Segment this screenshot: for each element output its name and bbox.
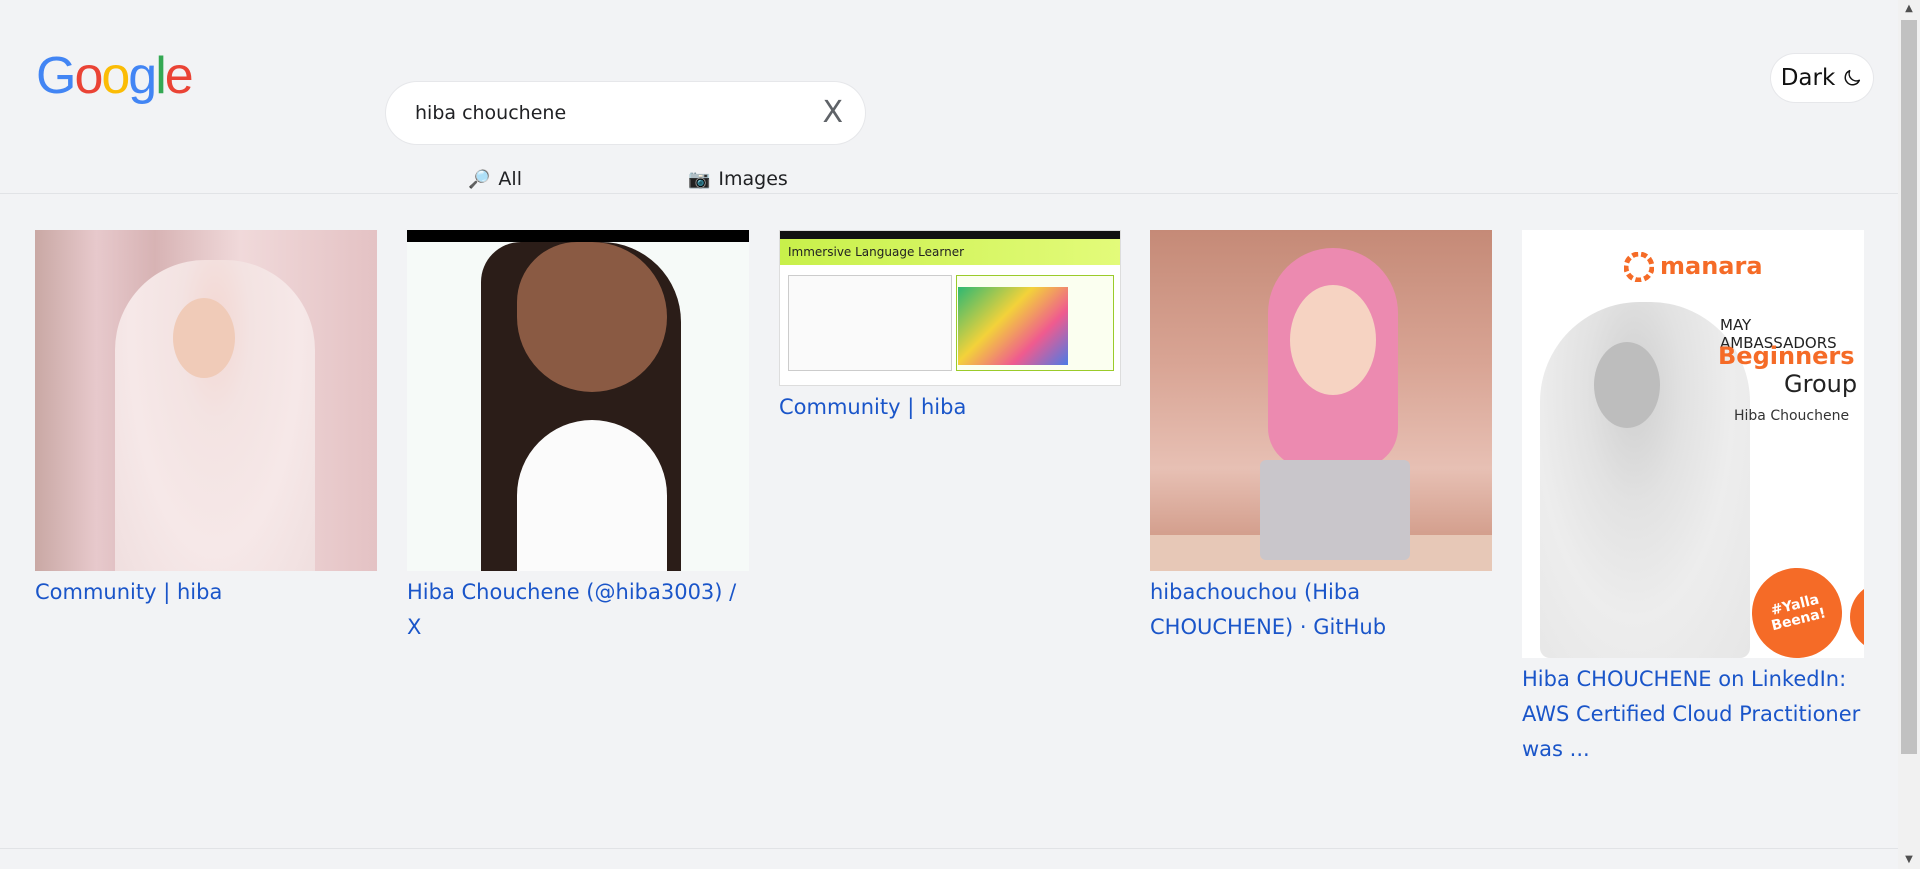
result-card: manara MAY AMBASSADORS Beginners Group H… — [1522, 230, 1864, 767]
result-card: hibachouchou (Hiba CHOUCHENE) · GitHub — [1150, 230, 1492, 645]
moon-icon — [1844, 69, 1861, 86]
result-title-link[interactable]: Community | hiba — [779, 390, 1121, 425]
manara-logo-icon — [1624, 252, 1654, 282]
scroll-up-icon[interactable]: ▲ — [1898, 0, 1920, 18]
badge: #Yalla Beena! — [1742, 558, 1852, 658]
result-image[interactable] — [407, 230, 749, 571]
result-card: Hiba Chouchene (@hiba3003) / X — [407, 230, 749, 645]
search-tabs: 🔎 All 📷 Images — [0, 164, 1898, 194]
camera-icon: 📷 — [688, 168, 711, 190]
person-figure — [115, 260, 315, 571]
screenshot-illustration — [958, 287, 1068, 365]
clear-search-button[interactable]: X — [822, 98, 843, 128]
screenshot-header: Immersive Language Learner — [780, 239, 1120, 265]
tab-images[interactable]: 📷 Images — [688, 168, 788, 190]
face — [517, 242, 667, 392]
result-title-link[interactable]: hibachouchou (Hiba CHOUCHENE) · GitHub — [1150, 575, 1492, 645]
face — [173, 298, 235, 378]
logo-letter: G — [36, 47, 76, 105]
logo-letter: l — [155, 47, 166, 105]
image-line: Hiba Chouchene — [1734, 408, 1850, 424]
screenshot-nav — [780, 231, 1120, 239]
laptop — [1260, 460, 1410, 560]
result-title-link[interactable]: Hiba CHOUCHENE on LinkedIn: AWS Certifie… — [1522, 662, 1864, 767]
image-line: Beginners — [1718, 342, 1855, 370]
google-logo[interactable]: Google — [36, 47, 194, 105]
result-title-link[interactable]: Hiba Chouchene (@hiba3003) / X — [407, 575, 749, 645]
dark-mode-label: Dark — [1780, 65, 1836, 91]
face — [1594, 342, 1660, 428]
result-title-link[interactable]: Community | hiba — [35, 575, 377, 610]
result-card: Community | hiba — [35, 230, 377, 610]
result-card: Immersive Language Learner Community | h… — [779, 230, 1121, 425]
divider — [0, 848, 1898, 849]
shirt — [517, 420, 667, 571]
result-image[interactable] — [35, 230, 377, 571]
brand-name: manara — [1660, 252, 1763, 280]
logo-letter: o — [101, 47, 130, 105]
badge-decoration — [1850, 582, 1864, 652]
logo-letter: e — [164, 47, 194, 105]
scrollbar-thumb[interactable] — [1901, 20, 1917, 754]
image-line: Group — [1784, 370, 1858, 398]
screenshot-panel — [788, 275, 952, 371]
face — [1290, 285, 1376, 395]
tab-images-label: Images — [718, 168, 788, 190]
search-input[interactable] — [415, 102, 823, 124]
tab-all[interactable]: 🔎 All — [468, 168, 522, 190]
search-bar: X — [386, 82, 865, 144]
scroll-down-icon[interactable]: ▼ — [1898, 851, 1920, 869]
result-image[interactable] — [1150, 230, 1492, 571]
logo-letter: g — [128, 47, 157, 105]
logo-letter: o — [74, 47, 103, 105]
scrollbar[interactable]: ▲ ▼ — [1898, 0, 1920, 869]
magnifier-icon: 🔎 — [468, 168, 491, 190]
result-image[interactable]: Immersive Language Learner — [779, 230, 1121, 386]
result-image[interactable]: manara MAY AMBASSADORS Beginners Group H… — [1522, 230, 1864, 658]
dark-mode-toggle[interactable]: Dark — [1771, 54, 1873, 102]
image-border — [407, 230, 749, 242]
tab-all-label: All — [498, 168, 522, 190]
